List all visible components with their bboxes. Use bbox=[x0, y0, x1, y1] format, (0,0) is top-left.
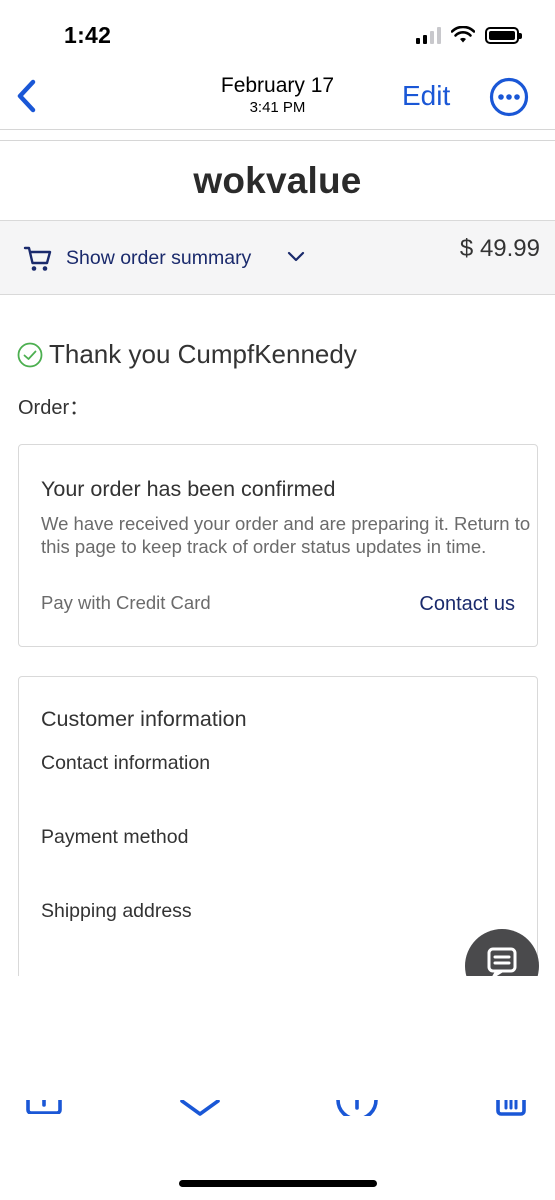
home-indicator[interactable] bbox=[179, 1180, 377, 1187]
order-summary-bar[interactable]: Show order summary $ 49.99 bbox=[0, 221, 555, 295]
order-status-message: We have received your order and are prep… bbox=[41, 513, 531, 557]
chat-button[interactable] bbox=[465, 929, 539, 976]
check-circle-icon bbox=[17, 342, 43, 367]
order-status-title: Your order has been confirmed bbox=[41, 477, 336, 501]
status-time: 1:42 bbox=[64, 22, 112, 48]
status-icons bbox=[416, 26, 522, 44]
edit-button[interactable]: Edit bbox=[402, 80, 450, 112]
chevron-down-icon[interactable] bbox=[180, 1100, 220, 1116]
chevron-down-icon[interactable] bbox=[287, 251, 305, 263]
mail-toolbar bbox=[0, 976, 555, 1200]
order-total: $ 49.99 bbox=[459, 235, 540, 262]
contact-us-link[interactable]: Contact us bbox=[419, 593, 515, 616]
email-web-content: wokvalue Show order summary $ 49.99 Than… bbox=[0, 140, 555, 976]
chevron-left-icon[interactable] bbox=[12, 76, 42, 116]
store-header: wokvalue bbox=[0, 141, 555, 221]
thank-you-text: Thank you CumpfKennedy bbox=[49, 339, 357, 369]
battery-icon bbox=[485, 26, 522, 44]
reply-icon[interactable] bbox=[336, 1100, 378, 1116]
nav-title: February 17 3:41 PM bbox=[0, 74, 555, 116]
cellular-signal-icon bbox=[416, 26, 441, 44]
order-number: Order： bbox=[18, 397, 90, 419]
message-time: 3:41 PM bbox=[249, 99, 306, 116]
customer-information-title: Customer information bbox=[41, 707, 247, 731]
store-logo[interactable]: wokvalue bbox=[193, 160, 361, 202]
customer-information-card: Customer information Contact information… bbox=[18, 676, 538, 976]
message-date: February 17 bbox=[220, 74, 335, 97]
show-order-summary-link[interactable]: Show order summary bbox=[66, 247, 251, 270]
nav-bar: February 17 3:41 PM Edit bbox=[0, 62, 555, 130]
chat-icon bbox=[487, 947, 517, 976]
contact-information-heading: Contact information bbox=[41, 752, 211, 774]
ellipsis-circle-icon[interactable] bbox=[489, 77, 529, 117]
status-bar: 1:42 bbox=[0, 0, 555, 62]
wifi-icon bbox=[451, 26, 475, 43]
thank-you-heading: Thank you CumpfKennedy bbox=[17, 339, 357, 370]
share-icon[interactable] bbox=[26, 1100, 64, 1114]
archive-icon[interactable] bbox=[496, 1100, 526, 1116]
shipping-address-heading: Shipping address bbox=[41, 900, 192, 922]
payment-summary: Pay with Credit Card bbox=[41, 592, 211, 613]
cart-icon bbox=[23, 246, 52, 271]
payment-method-heading: Payment method bbox=[41, 826, 189, 848]
order-status-card: Your order has been confirmed We have re… bbox=[18, 444, 538, 647]
